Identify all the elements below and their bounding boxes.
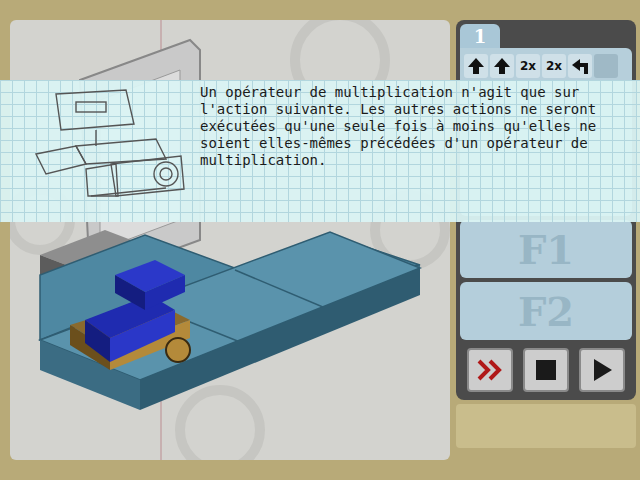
program-slot[interactable]: 2x (542, 54, 566, 78)
function-box[interactable]: F2 (460, 282, 632, 340)
controls (460, 344, 632, 396)
turn-left-icon (571, 57, 589, 75)
forward-arrow-icon (493, 57, 511, 75)
play-icon (590, 358, 614, 382)
program-slot[interactable] (568, 54, 592, 78)
tooltip: Un opérateur de multiplication n'agit qu… (0, 80, 640, 222)
stop-button[interactable] (523, 348, 569, 392)
program-slot[interactable] (464, 54, 488, 78)
program-slot[interactable]: 2x (516, 54, 540, 78)
function-box[interactable]: F1 (460, 220, 632, 278)
fast-forward-icon (476, 358, 504, 382)
fast-forward-button[interactable] (467, 348, 513, 392)
program-slot[interactable] (490, 54, 514, 78)
stop-icon (534, 358, 558, 382)
tooltip-text: Un opérateur de multiplication n'agit qu… (200, 84, 604, 169)
robot-sketch-icon (16, 84, 186, 214)
program-slot[interactable] (594, 54, 618, 78)
play-button[interactable] (579, 348, 625, 392)
game-frame: 1 2x2x F1F2 Un opérateur de multiplication … (0, 0, 640, 480)
forward-arrow-icon (467, 57, 485, 75)
program-tab[interactable]: 1 (460, 24, 500, 48)
bottom-strip (456, 404, 636, 448)
